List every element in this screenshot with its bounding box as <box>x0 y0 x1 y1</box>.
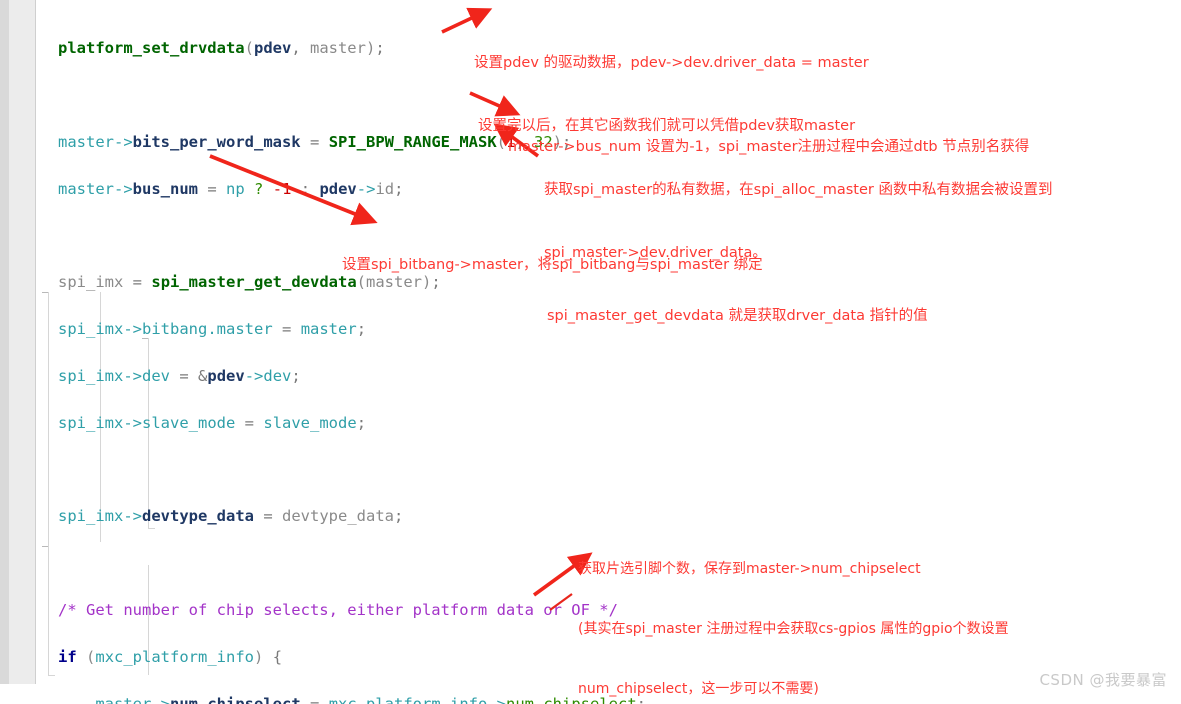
annotation-arrow-numcs <box>549 593 573 611</box>
annotation-line: 获取spi_master的私有数据，在spi_alloc_master 函数中私… <box>544 182 1053 198</box>
annotation-line: num_chipselect，这一步可以不需要) <box>578 681 819 697</box>
fold-guide-outer <box>48 292 49 675</box>
annotation-line: 设置pdev 的驱动数据，pdev->dev.driver_data = mas… <box>474 55 869 71</box>
annotation-chipselect: 获取片选引脚个数，保存到master->num_chipselect (其实在s… <box>578 519 1009 704</box>
annotation-line: 设置spi_bitbang->master，将spi_bitbang与spi_m… <box>342 257 763 273</box>
fold-marker-else[interactable] <box>42 546 48 547</box>
editor-gutter-outer <box>0 0 9 684</box>
code-screenshot-page: platform_set_drvdata(pdev, master); mast… <box>0 0 1181 704</box>
code-line: spi_imx->slave_mode = slave_mode; <box>58 413 367 432</box>
fold-guide-outer-foot <box>48 675 55 676</box>
annotation-bitbang: 设置spi_bitbang->master，将spi_bitbang与spi_m… <box>342 213 763 318</box>
annotation-line: (其实在spi_master 注册过程中会获取cs-gpios 属性的gpio个… <box>578 621 1009 637</box>
editor-gutter-inner <box>9 0 35 684</box>
annotation-line: 获取片选引脚个数，保存到master->num_chipselect <box>578 561 921 577</box>
csdn-watermark: CSDN @我要暴富 <box>1039 671 1167 689</box>
fold-marker-if[interactable] <box>42 292 48 293</box>
